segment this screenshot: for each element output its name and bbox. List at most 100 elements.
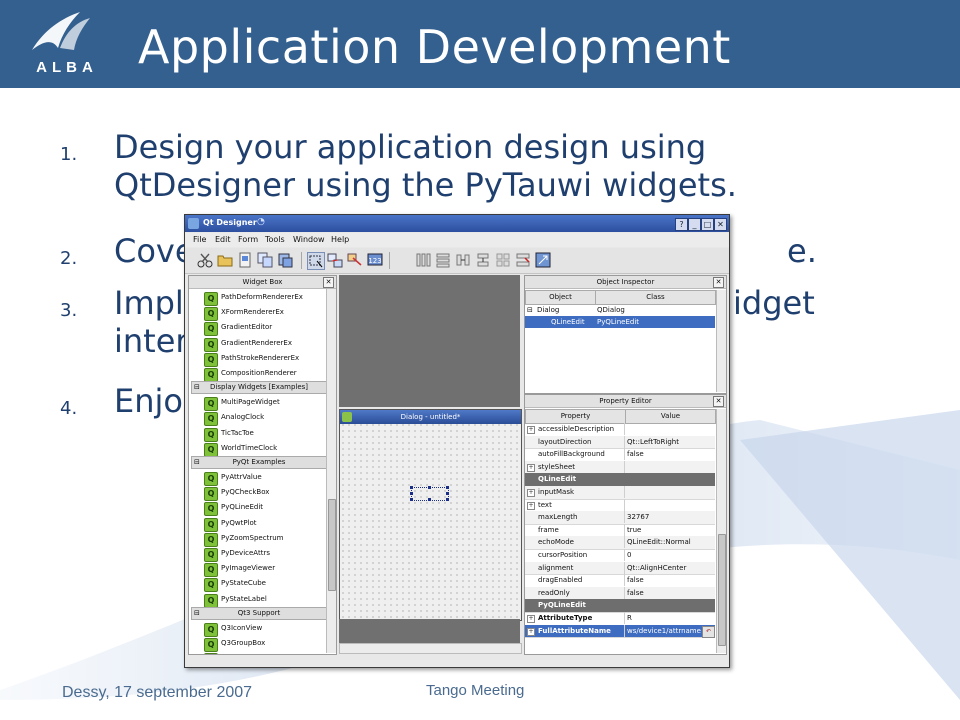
property-row[interactable]: cursorPosition 0 [525,549,715,563]
edit-tab-order-icon[interactable]: 123 [367,252,383,268]
widget-list-item[interactable]: Q Q3IconView [189,621,326,637]
resize-handle[interactable] [410,498,413,501]
menu-window[interactable]: Window [293,235,325,244]
property-row[interactable]: autoFillBackground false [525,448,715,462]
resize-handle[interactable] [446,492,449,495]
widget-list-item[interactable]: Q PathDeformRendererEx [189,290,326,306]
open-icon[interactable] [217,252,233,268]
tree-expander-icon[interactable]: ⊟ [527,304,533,316]
property-group-header[interactable]: QLineEdit [525,473,715,487]
edit-signals-icon[interactable] [327,252,343,268]
property-value[interactable]: Qt::AlignHCenter [627,562,686,575]
property-row[interactable]: layoutDirection Qt::LeftToRight [525,435,715,450]
property-value[interactable]: true [627,524,641,537]
edit-buddies-icon[interactable] [347,252,363,268]
form-window[interactable]: Dialog - untitled* [339,409,522,621]
widget-list-item[interactable]: Q PyQCheckBox [189,485,326,502]
scrollbar-thumb[interactable] [328,499,336,591]
reset-value-button[interactable]: ↶ [702,625,715,638]
property-row[interactable]: readOnly false [525,586,715,601]
lay-out-vertically-icon[interactable] [435,252,451,268]
property-row[interactable]: + inputMask [525,486,715,500]
widget-list-item[interactable]: Q PyAttrValue [189,470,326,486]
column-header-object[interactable]: Object [525,290,596,305]
widget-list-item[interactable]: Q MultiPageWidget [189,395,326,412]
widget-list-item[interactable]: Q XFormRendererEx [189,305,326,322]
widget-list-item[interactable]: QQ3Frame [189,651,326,654]
close-icon[interactable]: ✕ [323,277,334,288]
resize-handle[interactable] [446,486,449,489]
property-value[interactable]: false [627,448,644,461]
property-value[interactable]: R [627,612,632,625]
minimize-button[interactable]: _ [688,218,701,231]
property-row[interactable]: + styleSheet [525,460,715,475]
break-layout-icon[interactable] [515,252,531,268]
property-row[interactable]: echoMode QLineEdit::Normal [525,536,715,550]
resize-handle[interactable] [410,492,413,495]
property-value[interactable]: false [627,587,644,600]
property-row[interactable]: maxLength 32767 [525,511,715,525]
widget-category-header[interactable]: ⊟ PyQt Examples [191,456,327,469]
widget-list-item[interactable]: Q PyDeviceAttrs [189,546,326,562]
widget-list-item[interactable]: Q GradientRendererEx [189,336,326,352]
property-value[interactable]: Qt::LeftToRight [627,436,679,449]
collapse-icon[interactable]: ⊟ [194,608,200,619]
widget-list-item[interactable]: Q CompositionRenderer [189,366,326,382]
lay-out-grid-icon[interactable] [495,252,511,268]
close-icon[interactable]: ✕ [713,396,724,407]
property-row[interactable]: + accessibleDescription [525,423,715,437]
widget-list-item[interactable]: Q AnalogClock [189,410,326,427]
window-titlebar[interactable]: Qt Designer ◔ ? _ □ ✕ [185,215,729,232]
property-value[interactable]: false [627,574,644,587]
maximize-button[interactable]: □ [701,218,714,231]
property-value[interactable]: ws/device1/attrname [627,625,701,638]
form-horizontal-scrollbar[interactable] [339,643,522,654]
widget-list-item[interactable]: Q PyQLineEdit [189,500,326,517]
selected-line-edit[interactable] [410,486,449,501]
expand-icon[interactable]: + [527,501,535,510]
resize-handle[interactable] [428,486,431,489]
expand-icon[interactable]: + [527,615,535,623]
column-header-value[interactable]: Value [625,409,716,424]
pin-icon[interactable]: ◔ [257,217,265,227]
widget-list-item[interactable]: Q PathStrokeRendererEx [189,351,326,367]
expand-icon[interactable]: + [527,426,535,434]
widget-list-item[interactable]: Q GradientEditor [189,320,326,337]
property-value[interactable]: QLineEdit::Normal [627,536,691,549]
property-row[interactable]: dragEnabled false [525,574,715,588]
menu-form[interactable]: Form [238,235,258,244]
form-titlebar[interactable]: Dialog - untitled* [340,410,521,424]
property-row[interactable]: + AttributeType R [525,612,715,626]
widget-list-item[interactable]: Q WorldTimeClock [189,441,326,457]
scrollbar-thumb[interactable] [718,534,726,646]
expand-icon[interactable]: + [527,627,535,636]
splitter-horizontal-icon[interactable] [455,252,471,268]
close-icon[interactable]: ✕ [713,277,724,288]
widget-list-item[interactable]: Q PyZoomSpectrum [189,531,326,547]
widget-list-item[interactable]: Q PyImageViewer [189,561,326,578]
column-header-class[interactable]: Class [595,290,716,305]
property-value[interactable]: 32767 [627,511,649,524]
lay-out-horizontally-icon[interactable] [415,252,431,268]
menu-help[interactable]: Help [331,235,349,244]
expand-icon[interactable]: + [527,463,535,472]
menu-file[interactable]: File [193,235,206,244]
expand-icon[interactable]: + [527,489,535,497]
copy-icon[interactable] [257,252,273,268]
collapse-icon[interactable]: ⊟ [194,457,200,468]
property-row[interactable]: alignment Qt::AlignHCenter [525,561,715,576]
help-button[interactable]: ? [675,218,688,231]
widget-box-scrollbar[interactable] [326,289,336,653]
resize-handle[interactable] [446,498,449,501]
widget-category-header[interactable]: ⊟ Qt3 Support [191,606,327,620]
widget-list-item[interactable]: Q TicTacToe [189,426,326,442]
property-row[interactable]: frame true [525,523,715,538]
adjust-size-icon[interactable] [535,252,551,268]
close-button[interactable]: ✕ [714,218,727,231]
widget-category-header[interactable]: ⊟ Display Widgets [Examples] [191,381,327,395]
property-editor-scrollbar[interactable] [716,409,726,653]
collapse-icon[interactable]: ⊟ [194,382,200,393]
resize-handle[interactable] [428,498,431,501]
object-tree-row[interactable]: QLineEdit PyQLineEdit [525,316,715,328]
resize-handle[interactable] [410,486,413,489]
